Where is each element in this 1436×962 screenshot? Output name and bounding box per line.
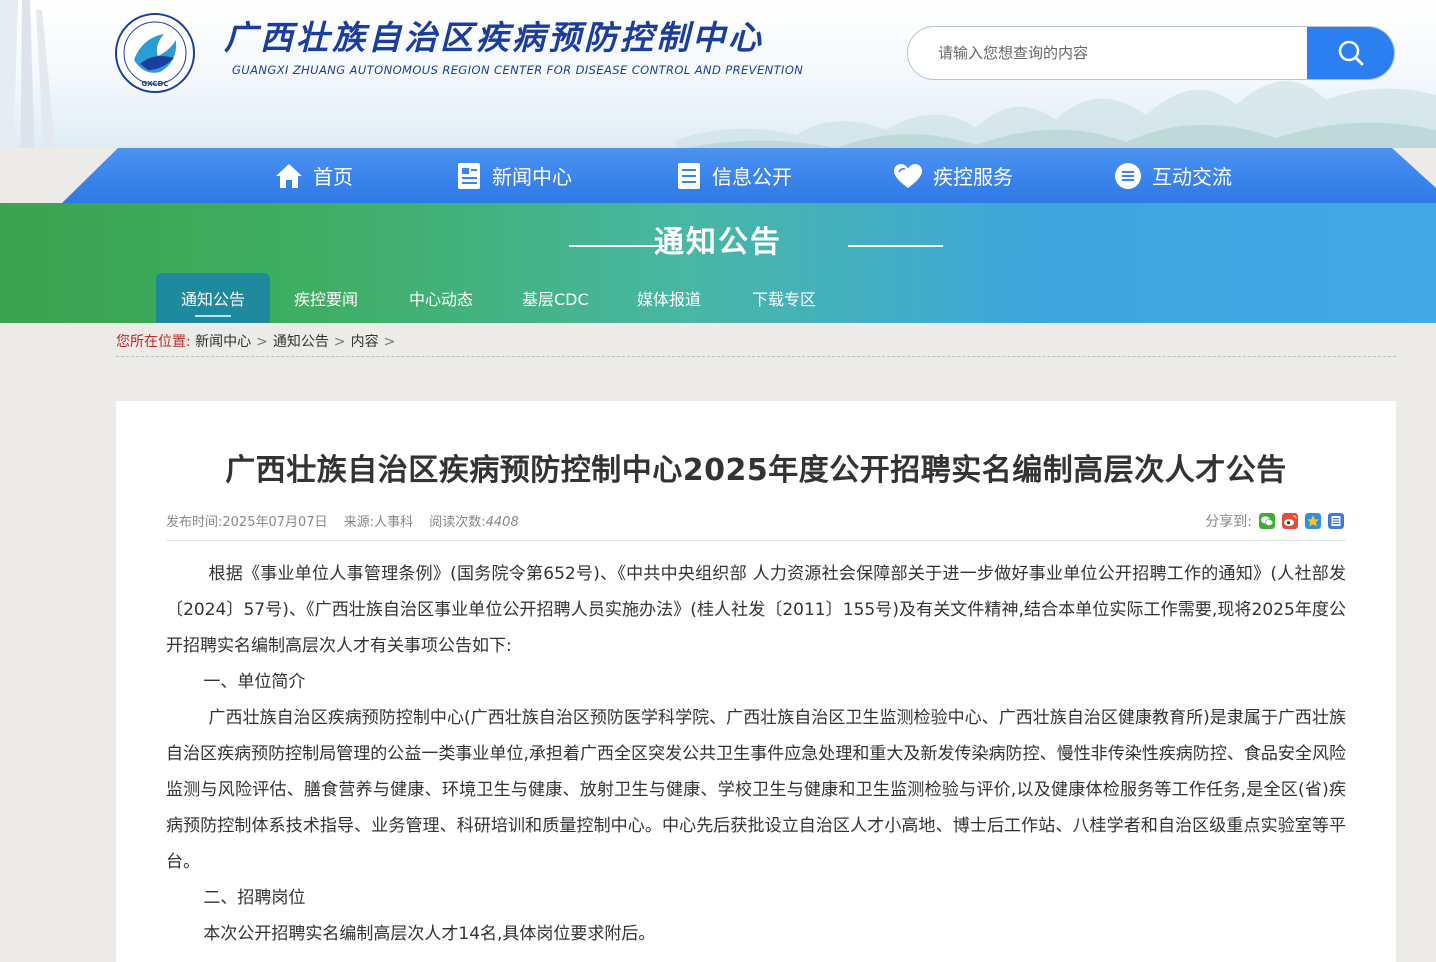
logo-emblem: GXCDC [115,13,195,93]
article-meta: 发布时间:2025年07月07日 来源:人事科 阅读次数:4408 [166,511,531,530]
subnav-item-label: 疾控要闻 [294,290,359,309]
subnav-item-center-news[interactable]: 中心动态 [409,273,473,323]
nav-item-label: 新闻中心 [492,165,572,189]
qzone-share-icon[interactable] [1305,513,1321,529]
section-heading: 一、单位简介 [203,672,306,692]
home-icon [276,163,302,188]
article-card: 广西壮族自治区疾病预防控制中心2025年度公开招聘实名编制高层次人才公告 发布时… [116,401,1396,962]
nav-item-services[interactable]: 疾控服务 [893,148,1013,203]
subnav-item-label: 媒体报道 [637,290,702,309]
meta-divider [166,540,1346,541]
subnav-item-media[interactable]: 媒体报道 [637,273,701,323]
tower-decoration [0,0,56,148]
search-box [907,26,1395,80]
subnav-item-label: 基层CDC [522,290,589,309]
breadcrumb-separator: > [333,334,346,350]
article-paragraph: 广西壮族自治区疾病预防控制中心(广西壮族自治区预防医学科学院、广西壮族自治区卫生… [166,708,1346,872]
article-source: 来源:人事科 [343,515,414,530]
site-subtitle: GUANGXI ZHUANG AUTONOMOUS REGION CENTER … [232,63,804,77]
subnav-item-cdc-news[interactable]: 疾控要闻 [294,273,358,323]
breadcrumb-separator: > [256,334,268,350]
nav-item-label: 首页 [313,165,353,189]
document-icon [678,162,700,189]
subnav-item-notices[interactable]: 通知公告 [156,273,270,323]
news-icon [458,162,480,189]
subnav-item-label: 通知公告 [180,290,245,309]
article-paragraph: 根据《事业单位人事管理条例》(国务院令第652号)、《中共中央组织部 人力资源社… [166,564,1346,656]
nav-item-label: 信息公开 [712,165,792,189]
subnav-item-label: 下载专区 [752,290,817,309]
nav-item-news[interactable]: 新闻中心 [456,148,572,203]
banner-title: 通知公告 [654,225,782,260]
site-header: GXCDC 广西壮族自治区疾病预防控制中心 GUANGXI ZHUANG AUT… [0,0,1436,148]
nav-item-info[interactable]: 信息公开 [676,148,792,203]
article-title: 广西壮族自治区疾病预防控制中心2025年度公开招聘实名编制高层次人才公告 [225,453,1287,488]
article-paragraph: 本次公开招聘实名编制高层次人才14名,具体岗位要求附后。 [203,924,656,944]
views-label: 阅读次数: [429,515,486,530]
search-icon [1338,40,1364,66]
breadcrumb-link-news[interactable]: 新闻中心 [195,334,251,350]
views-count: 4408 [485,515,519,530]
nav-item-label: 疾控服务 [933,165,1013,189]
share-label: 分享到: [1205,514,1252,530]
heart-icon [894,163,922,188]
share-bar: 分享到: [1205,511,1344,531]
main-nav: 首页 新闻中心 信息公开 疾控服务 互动交流 [0,148,1436,203]
publish-date: 发布时间:2025年07月07日 [166,515,328,530]
subnav-item-downloads[interactable]: 下载专区 [752,273,816,323]
nav-item-home[interactable]: 首页 [275,148,353,203]
wechat-share-icon[interactable] [1259,513,1275,529]
subnav-item-label: 中心动态 [409,290,474,309]
section-banner: 通知公告 通知公告 疾控要闻 中心动态 基层CDC 媒体报道 下载专区 [0,203,1436,323]
breadcrumb-current: 内容 [350,334,379,350]
subnav-item-grassroots[interactable]: 基层CDC [522,273,589,323]
search-input[interactable] [908,27,1308,79]
breadcrumb-label: 您所在位置: [116,334,191,350]
article-body: 根据《事业单位人事管理条例》(国务院令第652号)、《中共中央组织部 人力资源社… [166,556,1346,952]
section-heading: 二、招聘岗位 [203,888,306,908]
banner-line-right [848,245,943,247]
weibo-share-icon[interactable] [1282,513,1298,529]
breadcrumb-separator: > [383,334,396,350]
active-underline [195,315,231,317]
nav-item-label: 互动交流 [1152,165,1232,189]
chat-icon [1115,162,1141,189]
breadcrumb-link-notices[interactable]: 通知公告 [273,334,329,350]
site-title: 广西壮族自治区疾病预防控制中心 [224,18,764,57]
breadcrumb: 您所在位置: 新闻中心 > 通知公告 > 内容 > [116,330,1396,357]
search-button[interactable] [1307,27,1394,79]
more-share-icon[interactable] [1328,513,1344,529]
nav-item-interaction[interactable]: 互动交流 [1114,148,1232,203]
logo-emblem-text: GXCDC [142,80,169,88]
